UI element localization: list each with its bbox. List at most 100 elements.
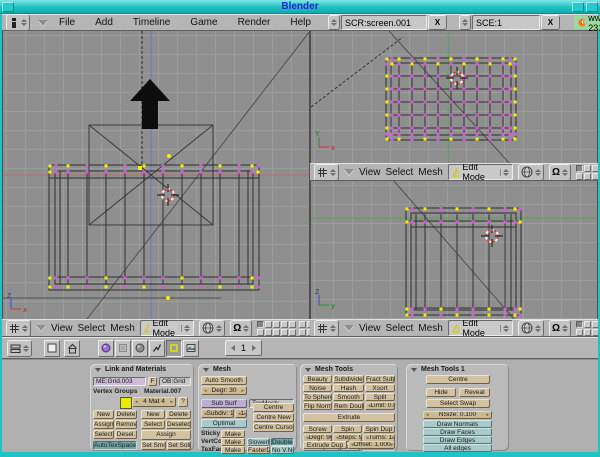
layer-toggle[interactable] [576, 165, 583, 172]
screen-close-button[interactable]: X [428, 15, 447, 30]
vgroup-new-button[interactable]: New [93, 410, 114, 419]
vertcol-make-button[interactable]: Make [221, 438, 245, 446]
material-color-swatch[interactable] [120, 397, 132, 409]
material-new-button[interactable]: New [141, 410, 165, 419]
scene-name-field[interactable]: SCE:1 [472, 15, 540, 30]
autotexspace-toggle[interactable]: AutoTexSpace [93, 441, 137, 450]
scene-close-button[interactable]: X [541, 15, 560, 30]
layer-toggle[interactable] [281, 329, 288, 336]
layer-toggle[interactable] [257, 329, 264, 336]
layer-toggle[interactable] [289, 321, 296, 328]
hide-button[interactable]: Hide [426, 388, 456, 397]
subdivide-button[interactable]: Subdivide [333, 375, 364, 383]
panel-alignment-button[interactable] [44, 340, 60, 357]
layer-toggle[interactable] [592, 165, 598, 172]
scene-browse-button[interactable] [459, 15, 471, 30]
frame-prev-icon[interactable] [231, 345, 235, 351]
extrude-button[interactable]: Extrude [303, 413, 395, 422]
window-type-button[interactable] [7, 340, 32, 357]
limit-field[interactable]: Limit: 0.001 [365, 402, 395, 410]
set-smooth-button[interactable]: Set Smoo [141, 441, 166, 450]
layer-toggle[interactable] [257, 321, 264, 328]
scene-context-button[interactable] [183, 340, 199, 357]
layer-toggle[interactable] [265, 329, 272, 336]
vgroup-remove-button[interactable]: Remove [115, 420, 137, 429]
shading-context-button[interactable] [132, 340, 148, 357]
object-context-button[interactable] [149, 340, 165, 357]
hash-button[interactable]: Hash [333, 384, 364, 392]
centre-new-button[interactable]: Centre New [253, 413, 294, 422]
layer-toggle[interactable] [281, 321, 288, 328]
vp-menu-mesh[interactable]: Mesh [110, 323, 134, 334]
subdiv-render-field[interactable]: 1 [235, 409, 247, 418]
extrude-dup-button[interactable]: Extrude Dup [303, 441, 347, 449]
draw-faces-toggle[interactable]: Draw Faces [423, 428, 492, 436]
fake-user-button[interactable]: F [148, 377, 157, 386]
editing-context-button[interactable] [166, 340, 182, 357]
draw-edges-toggle[interactable]: Draw Edges [423, 436, 492, 444]
layer-toggle[interactable] [299, 329, 306, 336]
menu-help[interactable]: Help [281, 17, 320, 28]
layer-toggle[interactable] [299, 321, 306, 328]
double-sided-toggle[interactable]: Double Sided [271, 438, 294, 446]
rem-doubles-button[interactable]: Rem Doub [333, 402, 364, 410]
layer-toggle[interactable] [265, 321, 272, 328]
vp-menu-view[interactable]: View [359, 323, 381, 334]
menu-render[interactable]: Render [229, 17, 280, 28]
material-index-stepper[interactable]: 4 Mat 4 [132, 397, 176, 407]
panel-collapse-icon[interactable] [305, 368, 311, 372]
home-button[interactable] [64, 340, 80, 357]
fract-sub-button[interactable]: Fract Sub [365, 375, 395, 383]
material-deselect-button[interactable]: Deselect [166, 420, 191, 429]
vp-menu-view[interactable]: View [51, 323, 73, 334]
spin-dup-button[interactable]: Spin Dup [363, 425, 395, 433]
centre-button[interactable]: Centre [253, 403, 294, 412]
menu-game[interactable]: Game [181, 17, 226, 28]
draw-type-button[interactable] [518, 164, 544, 181]
vgroup-desel-button[interactable]: Desel. [115, 430, 137, 439]
draw-type-button[interactable] [199, 320, 225, 337]
pivot-button[interactable]: Ω [549, 164, 571, 181]
frame-next-icon[interactable] [252, 345, 256, 351]
layer-toggle[interactable] [592, 173, 598, 180]
frame-counter[interactable]: 1 [225, 340, 262, 356]
layer-toggle[interactable] [592, 329, 598, 336]
faster-draw-toggle[interactable]: FasterDr [247, 446, 270, 454]
split-button[interactable]: Split [365, 393, 395, 401]
draw-normals-toggle[interactable]: Draw Normals [423, 420, 492, 428]
viewport-type-button[interactable] [314, 164, 339, 181]
layer-toggle[interactable] [273, 329, 280, 336]
viewport-side-canvas[interactable]: Zy [310, 181, 598, 319]
logic-context-button[interactable] [98, 340, 114, 357]
subsurf-toggle[interactable]: Sub Surf [201, 399, 247, 408]
layer-toggle[interactable] [584, 165, 591, 172]
pivot-button[interactable]: Ω [549, 320, 571, 337]
menu-collapse-triangle[interactable] [36, 325, 46, 331]
offset-field[interactable]: Offset: 1.000 [348, 441, 395, 449]
window-type-button[interactable] [6, 14, 30, 31]
all-edges-toggle[interactable]: All edges [423, 444, 492, 452]
menu-file[interactable]: File [50, 17, 84, 28]
mesh-datablock-field[interactable]: ME:Grid.003 [93, 377, 146, 386]
vp-menu-select[interactable]: Select [386, 323, 414, 334]
vgroup-select-button[interactable]: Select [93, 430, 114, 439]
vp-menu-mesh[interactable]: Mesh [418, 167, 442, 178]
layer-toggle[interactable] [289, 329, 296, 336]
smooth-button[interactable]: Smooth [333, 393, 364, 401]
spin-button[interactable]: Spin [333, 425, 362, 433]
mode-dropdown[interactable]: Edit Mode [448, 164, 513, 180]
auto-smooth-toggle[interactable]: Auto Smooth [201, 376, 247, 385]
layer-toggle[interactable] [273, 321, 280, 328]
layer-toggle[interactable] [576, 173, 583, 180]
panel-collapse-icon[interactable] [95, 368, 101, 372]
window-menu-button[interactable] [2, 2, 14, 12]
mode-dropdown[interactable]: Edit Mode [140, 320, 195, 336]
select-swap-button[interactable]: Select Swap [426, 399, 490, 408]
menu-collapse-triangle[interactable] [38, 20, 48, 26]
layer-toggle[interactable] [576, 321, 583, 328]
window-maximize-button[interactable] [572, 2, 584, 12]
material-assign-button[interactable]: Assign [141, 430, 191, 440]
nsize-field[interactable]: NSize: 0.100 [423, 411, 492, 419]
texface-make-button[interactable]: Make [221, 446, 245, 454]
draw-type-button[interactable] [518, 320, 544, 337]
